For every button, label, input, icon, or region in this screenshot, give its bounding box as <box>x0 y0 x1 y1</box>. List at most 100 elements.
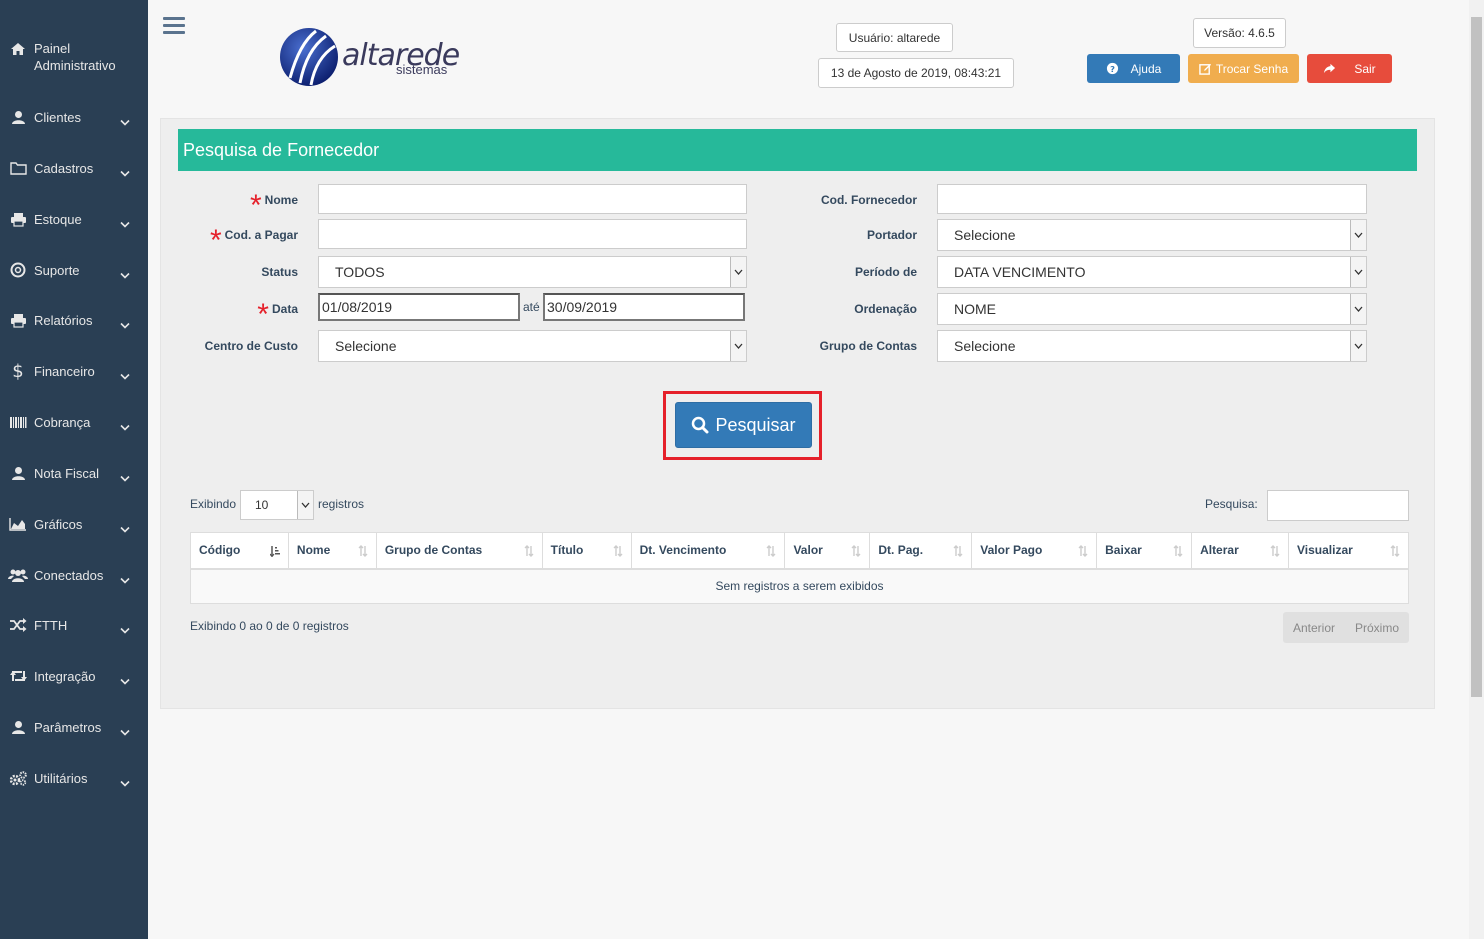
column-header[interactable]: Dt. Vencimento <box>630 532 786 570</box>
sidebar-item-utilitarios[interactable]: Utilitários <box>0 758 148 798</box>
user-icon <box>8 108 28 126</box>
logo: altarede sistemas <box>278 26 468 88</box>
column-header-label: Grupo de Contas <box>384 543 483 558</box>
column-header-label: Alterar <box>1200 543 1239 558</box>
sort-icon <box>358 545 368 557</box>
menu-toggle-icon[interactable] <box>163 17 185 37</box>
column-header-label: Título <box>550 543 584 558</box>
column-header[interactable]: Valor <box>784 532 871 570</box>
cod-pagar-input[interactable] <box>318 219 747 249</box>
sidebar-item-graficos[interactable]: Gráficos <box>0 504 148 544</box>
sidebar-item-label: Utilitários <box>34 770 88 786</box>
data-fim-input[interactable]: 30/09/2019 <box>543 293 745 321</box>
ordenacao-value: NOME <box>954 301 996 317</box>
sidebar-item-nota-fiscal[interactable]: Nota Fiscal <box>0 453 148 493</box>
folder-icon <box>8 159 28 177</box>
column-header[interactable]: Código <box>190 532 289 570</box>
status-select[interactable]: TODOS <box>318 256 747 288</box>
sort-icon <box>1270 545 1280 557</box>
sidebar-item-financeiro[interactable]: $ Financeiro <box>0 351 148 391</box>
data-label: * Data <box>257 298 298 331</box>
dollar-icon: $ <box>8 362 28 380</box>
retweet-icon <box>8 667 28 685</box>
column-header-label: Dt. Pag. <box>878 543 924 558</box>
data-inicio-input[interactable]: 01/08/2019 <box>318 293 520 321</box>
trocar-senha-button[interactable]: Trocar Senha <box>1188 54 1299 83</box>
versao-box: Versão: 4.6.5 <box>1193 18 1286 48</box>
sidebar-item-label: Cadastros <box>34 160 94 176</box>
centro-custo-value: Selecione <box>335 338 397 354</box>
portador-select[interactable]: Selecione <box>937 219 1367 251</box>
column-header[interactable]: Valor Pago <box>971 532 1098 570</box>
pagination: Anterior Próximo <box>1283 612 1409 643</box>
column-header[interactable]: Visualizar <box>1287 532 1410 570</box>
sidebar-item-parametros[interactable]: Parâmetros <box>0 707 148 747</box>
column-header[interactable]: Dt. Pag. <box>869 532 973 570</box>
sidebar-item-integracao[interactable]: Integração <box>0 656 148 696</box>
sidebar-item-label: Financeiro <box>34 363 95 379</box>
logo-subtext: sistemas <box>396 62 448 77</box>
svg-text:$: $ <box>12 362 23 380</box>
home-icon <box>8 40 28 58</box>
logo-globe-icon <box>280 28 338 86</box>
chevron-down-icon <box>1350 220 1366 250</box>
chevron-down-icon <box>120 724 130 736</box>
sidebar-item-suporte[interactable]: Suporte <box>0 250 148 290</box>
table-search-input[interactable] <box>1267 490 1409 521</box>
nome-input[interactable] <box>318 184 747 214</box>
cod-pagar-label: * Cod. a Pagar <box>209 224 298 257</box>
sidebar-item-label: Clientes <box>34 109 81 125</box>
column-header[interactable]: Alterar <box>1191 532 1289 570</box>
sidebar-item-label: Cobrança <box>34 414 91 430</box>
chevron-down-icon <box>120 775 130 787</box>
chevron-down-icon <box>1350 331 1366 361</box>
column-header[interactable]: Nome <box>287 532 377 570</box>
column-header[interactable]: Baixar <box>1096 532 1193 570</box>
print-icon <box>8 210 28 228</box>
portador-value: Selecione <box>954 227 1016 243</box>
centro-custo-label: Centro de Custo <box>204 339 298 353</box>
sidebar-painel-administrativo[interactable]: Painel Administrativo <box>8 40 138 74</box>
sidebar-item-cadastros[interactable]: Cadastros <box>0 148 148 188</box>
column-header[interactable]: Título <box>541 532 632 570</box>
pesquisar-button[interactable]: Pesquisar <box>675 402 812 448</box>
scrollbar-thumb[interactable] <box>1471 17 1482 697</box>
chevron-down-icon <box>120 165 130 177</box>
chevron-down-icon <box>730 331 746 361</box>
required-asterisk-icon: * <box>209 224 222 257</box>
sair-button[interactable]: Sair <box>1307 54 1392 83</box>
chevron-down-icon <box>1350 257 1366 287</box>
sort-icon <box>1390 545 1400 557</box>
chevron-down-icon <box>297 491 313 519</box>
sidebar-item-cobranca[interactable]: Cobrança <box>0 402 148 442</box>
status-value: TODOS <box>335 264 385 280</box>
ordenacao-select[interactable]: NOME <box>937 293 1367 325</box>
sidebar-item-relatorios[interactable]: Relatórios <box>0 300 148 340</box>
sidebar-item-clientes[interactable]: Clientes <box>0 97 148 137</box>
column-header-label: Valor Pago <box>980 543 1043 558</box>
column-header[interactable]: Grupo de Contas <box>375 532 543 570</box>
proximo-button[interactable]: Próximo <box>1355 621 1399 635</box>
page-size-select[interactable]: 10 <box>240 490 314 520</box>
sort-icon <box>953 545 963 557</box>
ajuda-button[interactable]: ? Ajuda <box>1087 54 1180 83</box>
sort-icon <box>1173 545 1183 557</box>
centro-custo-select[interactable]: Selecione <box>318 330 747 362</box>
grupo-contas-select[interactable]: Selecione <box>937 330 1367 362</box>
sidebar-item-label: Estoque <box>34 211 82 227</box>
anterior-button[interactable]: Anterior <box>1293 621 1335 635</box>
sidebar-item-estoque[interactable]: Estoque <box>0 199 148 239</box>
column-header-label: Dt. Vencimento <box>639 543 727 558</box>
chevron-down-icon <box>730 257 746 287</box>
sidebar-item-conectados[interactable]: Conectados <box>0 555 148 595</box>
sidebar-item-label: Gráficos <box>34 516 83 532</box>
chevron-down-icon <box>120 317 130 329</box>
sidebar-item-label: Conectados <box>34 567 104 583</box>
status-label: Status <box>261 265 298 279</box>
chevron-down-icon <box>120 267 130 279</box>
sidebar-item-ftth[interactable]: FTTH <box>0 605 148 645</box>
cod-fornecedor-input[interactable] <box>937 184 1367 214</box>
grupo-contas-label: Grupo de Contas <box>819 339 917 353</box>
periodo-select[interactable]: DATA VENCIMENTO <box>937 256 1367 288</box>
sort-icon <box>269 545 280 558</box>
